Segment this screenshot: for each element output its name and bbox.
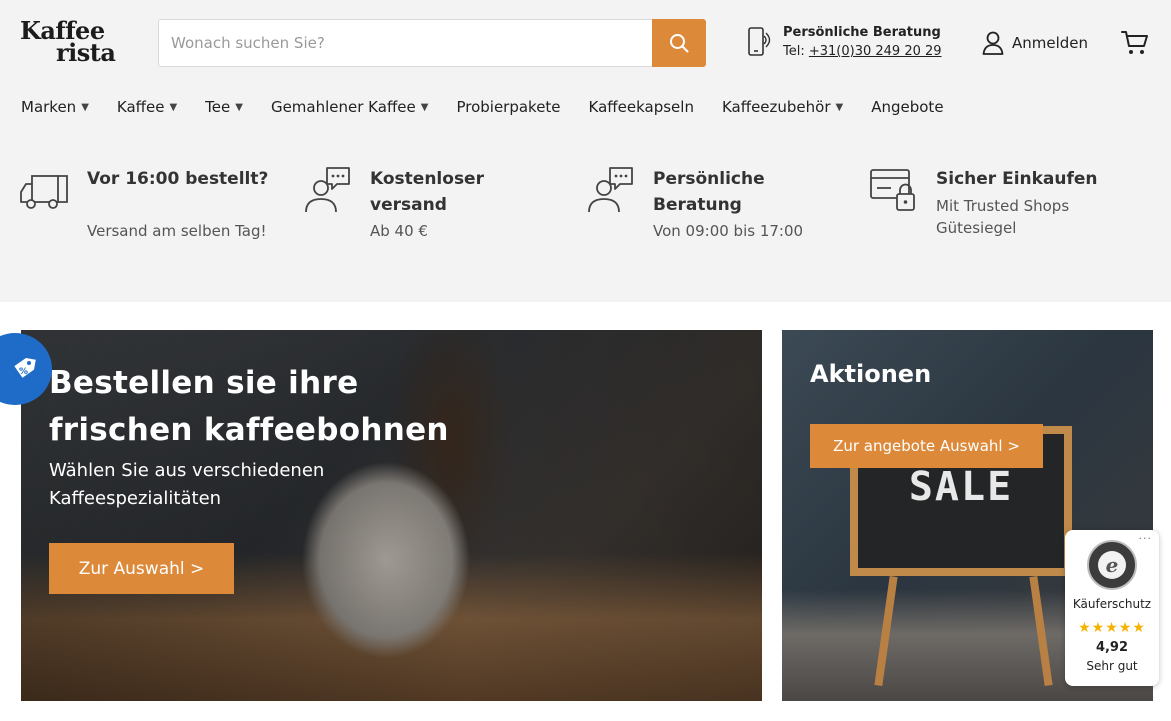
usp-subtitle: Mit Trusted Shops Gütesiegel (936, 197, 1070, 237)
chevron-down-icon: ▼ (81, 101, 89, 113)
chevron-down-icon: ▼ (420, 101, 429, 113)
more-options-icon[interactable]: ··· (1139, 532, 1153, 545)
usp-free-shipping: Kostenloser versand Ab 40 € (303, 164, 573, 274)
trusted-shops-e-icon: e (1098, 551, 1126, 579)
usp-title: Kostenloser versand (370, 169, 484, 215)
usp-secure-shopping: Sicher Einkaufen Mit Trusted Shops Gütes… (869, 164, 1139, 274)
search-icon (670, 34, 689, 53)
usp-title: Vor 16:00 bestellt? (87, 169, 269, 189)
usp-bar: Vor 16:00 bestellt? Versand am selben Ta… (20, 164, 1160, 274)
support-chat-icon (588, 167, 633, 213)
sale-board-text: SALE (908, 464, 1014, 510)
rating-stars: ★★★★★ (1078, 620, 1146, 636)
nav-item-tee[interactable]: Tee ▼ (205, 98, 243, 116)
support-chat-icon (305, 167, 350, 213)
nav-item-probierpakete[interactable]: Probierpakete (456, 98, 560, 116)
usp-subtitle: Versand am selben Tag! (87, 222, 267, 240)
secure-card-icon (870, 169, 915, 211)
nav-item-marken[interactable]: Marken ▼ (21, 98, 89, 116)
promo-title: Aktionen (810, 360, 932, 388)
easel-leg (874, 575, 898, 687)
easel-leg (1029, 575, 1053, 687)
usp-subtitle: Von 09:00 bis 17:00 (653, 222, 804, 240)
usp-title: Persönliche Beratung (653, 169, 765, 215)
search-button[interactable] (652, 19, 706, 67)
discount-tag-icon: % (14, 357, 36, 378)
rating-grade: Sehr gut (1086, 659, 1138, 673)
phone-link[interactable]: +31(0)30 249 20 29 (809, 44, 942, 59)
personal-advice: Persönliche Beratung Tel: +31(0)30 249 2… (745, 22, 955, 66)
site-logo[interactable]: Kaffee rista (20, 19, 136, 68)
main-nav: Marken ▼ Kaffee ▼ Tee ▼ Gemahlener Kaffee ▼ … (21, 96, 972, 118)
nav-item-angebote[interactable]: Angebote (871, 98, 943, 116)
nav-item-kaffeezubehoer[interactable]: Kaffeezubehör ▼ (722, 98, 843, 116)
promo-cta-button[interactable]: Zur angebote Auswahl > (810, 424, 1043, 468)
cart-button[interactable] (1121, 30, 1151, 58)
cart-icon (1121, 31, 1148, 54)
chevron-down-icon: ▼ (235, 101, 243, 113)
svg-text:%: % (19, 367, 28, 377)
user-icon (982, 31, 1004, 55)
login-label: Anmelden (1012, 34, 1089, 52)
nav-item-kaffee[interactable]: Kaffee ▼ (117, 98, 177, 116)
rating-score: 4,92 (1095, 640, 1129, 655)
hero-subtitle: Wählen Sie aus verschiedenen Kaffeespezi… (49, 460, 325, 509)
login-button[interactable]: Anmelden (982, 30, 1088, 56)
usp-subtitle: Ab 40 € (370, 222, 428, 240)
nav-item-kaffeekapseln[interactable]: Kaffeekapseln (589, 98, 694, 116)
chevron-down-icon: ▼ (169, 101, 178, 113)
truck-icon (20, 175, 68, 209)
advice-title: Persönliche Beratung (783, 25, 941, 40)
buyer-protection-label: Käuferschutz (1072, 597, 1152, 611)
hero-banner[interactable]: Bestellen sie ihre frischen kaffeebohnen… (21, 330, 762, 701)
hero-cta-button[interactable]: Zur Auswahl > (49, 543, 234, 594)
chevron-down-icon: ▼ (835, 101, 844, 113)
usp-personal-advice: Persönliche Beratung Von 09:00 bis 17:00 (586, 164, 856, 274)
advice-phone-line: Tel: +31(0)30 249 20 29 (783, 44, 942, 59)
usp-same-day-shipping: Vor 16:00 bestellt? Versand am selben Ta… (20, 164, 290, 274)
usp-title: Sicher Einkaufen (936, 169, 1098, 189)
trusted-shops-seal: e (1087, 540, 1137, 590)
search-input[interactable] (158, 19, 652, 67)
hero-title: Bestellen sie ihre frischen kaffeebohnen (49, 365, 449, 448)
phone-icon (748, 27, 771, 56)
search-bar (158, 19, 706, 67)
trusted-shops-widget[interactable]: ··· e Käuferschutz ★★★★★ 4,92 Sehr gut (1065, 530, 1159, 686)
nav-item-gemahlener-kaffee[interactable]: Gemahlener Kaffee ▼ (271, 98, 429, 116)
